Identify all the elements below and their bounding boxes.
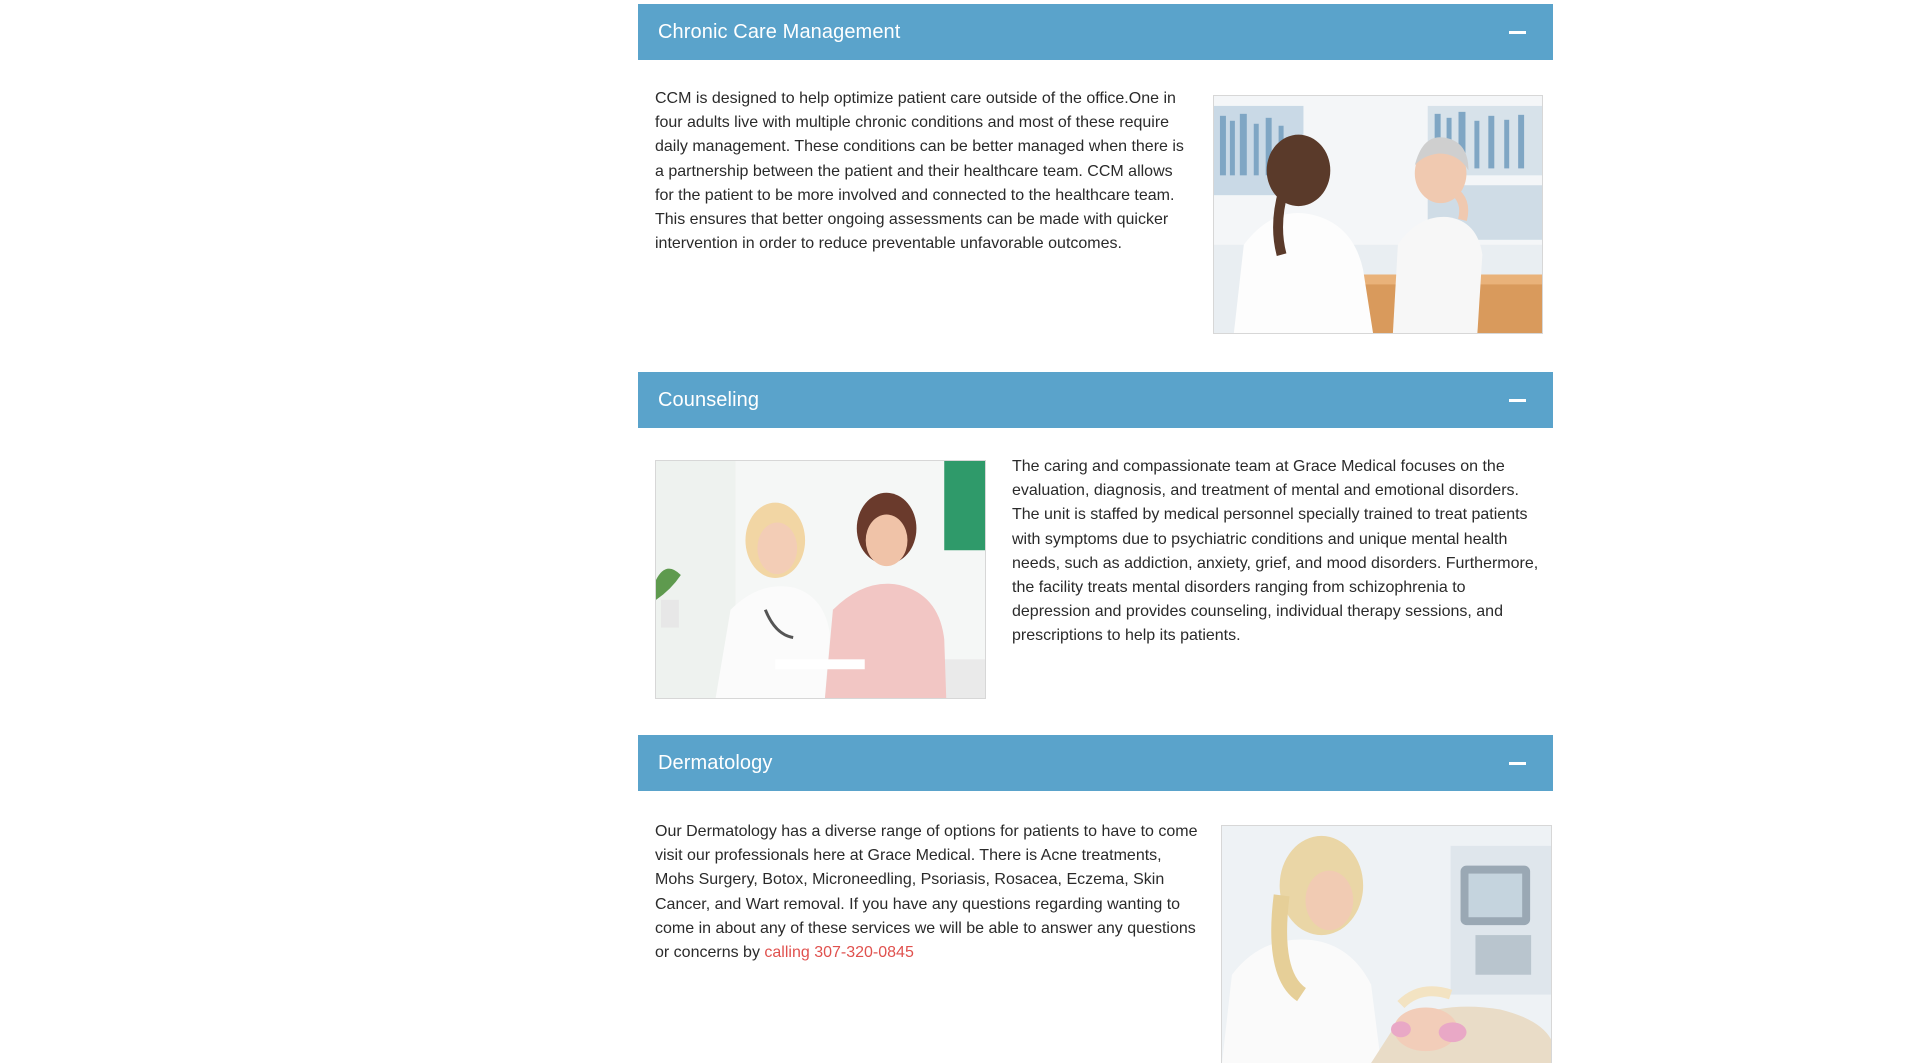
dermatology-treatment-photo [1221,825,1552,1063]
page: Chronic Care Management CCM is designed … [0,0,1920,1063]
ccm-description: CCM is designed to help optimize patient… [655,90,1184,253]
dermatology-description: Our Dermatology has a diverse range of o… [655,820,1205,965]
accordion-header-ccm[interactable]: Chronic Care Management [638,4,1553,60]
accordion-title-counseling: Counseling [658,388,760,411]
phone-link[interactable]: calling 307-320-0845 [764,944,913,961]
dermatology-description-text: Our Dermatology has a diverse range of o… [655,823,1198,962]
accordion-title-ccm: Chronic Care Management [658,20,901,43]
minus-icon[interactable] [1495,4,1539,60]
counseling-session-photo [655,460,986,699]
doctor-consultation-photo [1213,95,1543,334]
minus-icon[interactable] [1495,372,1539,428]
counseling-description: The caring and compassionate team at Gra… [1012,458,1539,645]
accordion-header-counseling[interactable]: Counseling [638,372,1553,428]
minus-icon[interactable] [1495,735,1539,791]
accordion-header-dermatology[interactable]: Dermatology [638,735,1553,791]
accordion-title-dermatology: Dermatology [658,751,773,774]
